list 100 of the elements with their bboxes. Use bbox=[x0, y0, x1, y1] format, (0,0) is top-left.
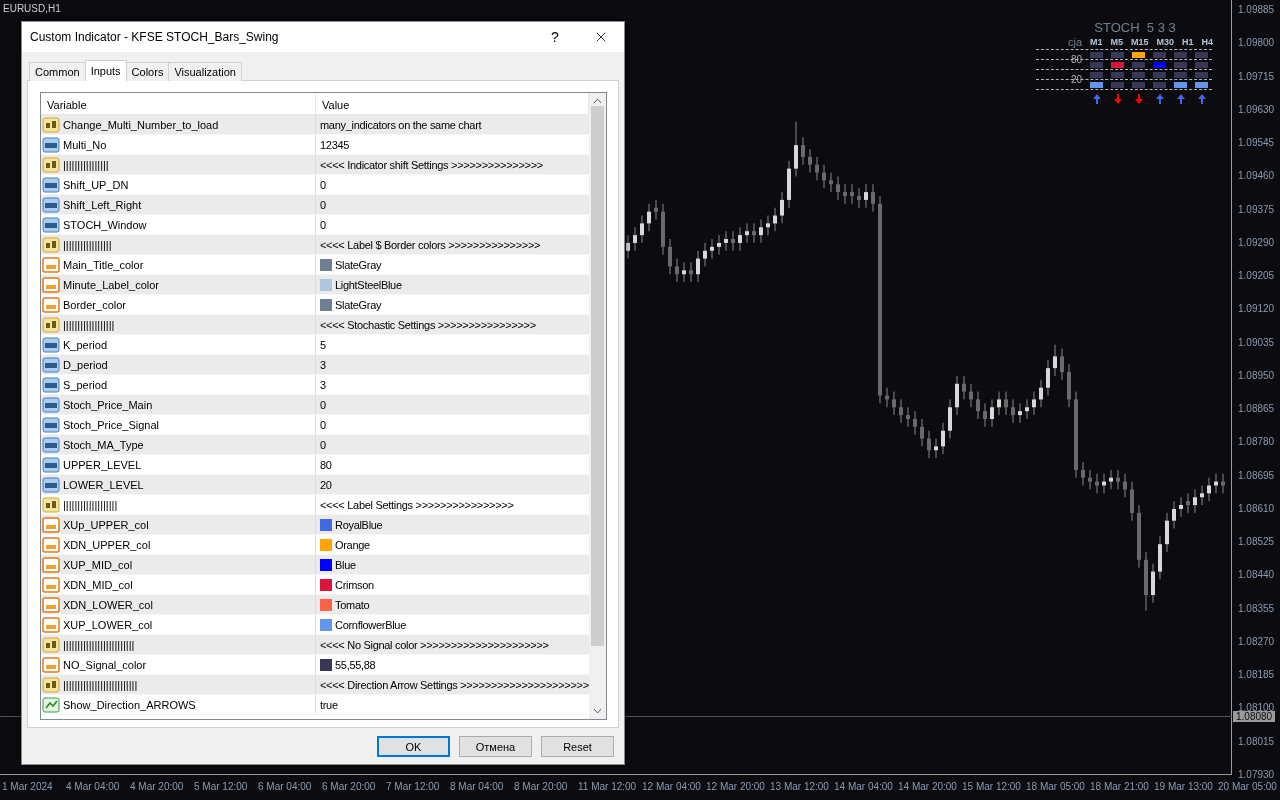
table-row[interactable]: Shift_Left_Right 0 bbox=[41, 195, 589, 215]
table-row[interactable]: |||||||||||||||| <<<< Indicator shift Settings >>>>>>>>>>>>>>> bbox=[41, 155, 589, 175]
table-row[interactable]: Main_Title_color SlateGray bbox=[41, 255, 589, 275]
table-row[interactable]: LOWER_LEVEL 20 bbox=[41, 475, 589, 495]
table-row[interactable]: ||||||||||||||||||| <<<< Label Settings >>>>>>>>>>>>>>>> bbox=[41, 495, 589, 515]
table-row[interactable]: Border_color SlateGray bbox=[41, 295, 589, 315]
table-row[interactable]: NO_Signal_color 55,55,88 bbox=[41, 655, 589, 675]
price-label: 1.08610 bbox=[1238, 502, 1275, 515]
variable-value: 0 bbox=[320, 418, 326, 431]
table-row[interactable]: UPPER_LEVEL 80 bbox=[41, 455, 589, 475]
table-row[interactable]: ||||||||||||||||||||||||| <<<< No Signal color >>>>>>>>>>>>>>>>>>>>> bbox=[41, 635, 589, 655]
tab[interactable]: Visualization bbox=[168, 62, 242, 81]
candlestick bbox=[633, 226, 637, 252]
table-row[interactable]: STOCH_Window 0 bbox=[41, 215, 589, 235]
candlestick bbox=[752, 222, 756, 244]
dialog-button[interactable]: Reset bbox=[541, 736, 614, 757]
table-row[interactable]: XDN_LOWER_col Tomato bbox=[41, 595, 589, 615]
table-row[interactable]: Change_Multi_Number_to_load many_indicators on the same chart bbox=[41, 115, 589, 135]
table-row[interactable]: XUP_LOWER_col CornflowerBlue bbox=[41, 615, 589, 635]
color-type-icon bbox=[42, 596, 60, 613]
price-label: 1.08440 bbox=[1238, 569, 1275, 582]
table-row[interactable]: Minute_Label_color LightSteelBlue bbox=[41, 275, 589, 295]
dialog-button[interactable]: OK bbox=[377, 736, 450, 757]
table-row[interactable]: XUp_UPPER_col RoyalBlue bbox=[41, 515, 589, 535]
candlestick bbox=[892, 391, 896, 416]
color-type-icon bbox=[42, 276, 60, 293]
candlestick bbox=[759, 218, 763, 244]
variable-value: <<<< Indicator shift Settings >>>>>>>>>>>>>>> bbox=[320, 158, 543, 171]
table-row[interactable]: Show_Direction_ARROWS true bbox=[41, 695, 589, 715]
price-label: 1.09800 bbox=[1238, 37, 1275, 50]
variable-name: Multi_No bbox=[63, 138, 107, 151]
time-label: 6 Mar 20:00 bbox=[322, 781, 377, 794]
candlestick bbox=[682, 262, 686, 283]
table-row[interactable]: |||||||||||||||||| <<<< Stochastic Settings >>>>>>>>>>>>>>>> bbox=[41, 315, 589, 335]
variable-name: Stoch_MA_Type bbox=[63, 438, 144, 451]
level-label: 80 bbox=[1070, 54, 1082, 65]
table-row[interactable]: XUP_MID_col Blue bbox=[41, 555, 589, 575]
table-row[interactable]: Stoch_MA_Type 0 bbox=[41, 435, 589, 455]
candlestick bbox=[738, 226, 742, 252]
variable-name: K_period bbox=[63, 338, 108, 351]
price-label: 1.08185 bbox=[1238, 669, 1275, 682]
variable-name: XUP_LOWER_col bbox=[63, 618, 153, 631]
variable-value: <<<< Direction Arrow Settings >>>>>>>>>>>>>>>>>>>>> bbox=[320, 678, 589, 691]
variable-name: Minute_Label_color bbox=[63, 278, 159, 291]
time-label: 20 Mar 05:00 bbox=[1218, 781, 1278, 794]
table-row[interactable]: D_period 3 bbox=[41, 355, 589, 375]
scroll-down-icon[interactable] bbox=[593, 708, 602, 714]
candlestick bbox=[675, 258, 679, 283]
table-row[interactable]: S_period 3 bbox=[41, 375, 589, 395]
variable-value: LightSteelBlue bbox=[335, 278, 402, 291]
tab[interactable]: Colors bbox=[125, 62, 170, 81]
dialog-button[interactable]: Отмена bbox=[459, 736, 532, 757]
table-row[interactable]: XDN_MID_col Crimson bbox=[41, 575, 589, 595]
string-type-icon bbox=[42, 676, 60, 693]
candlestick bbox=[1172, 500, 1176, 530]
color-type-icon bbox=[42, 516, 60, 533]
candlestick bbox=[857, 187, 861, 209]
number-type-icon bbox=[42, 376, 60, 393]
candlestick bbox=[1130, 481, 1134, 522]
variable-name: |||||||||||||||||| bbox=[63, 318, 115, 331]
candlestick bbox=[801, 136, 805, 166]
candlestick bbox=[920, 418, 924, 447]
candlestick bbox=[745, 222, 749, 244]
help-button[interactable]: ? bbox=[532, 22, 578, 52]
candlestick bbox=[990, 398, 994, 428]
variable-name: Stoch_Price_Main bbox=[63, 398, 153, 411]
time-label: 6 Mar 04:00 bbox=[258, 781, 313, 794]
table-row[interactable]: Stoch_Price_Signal 0 bbox=[41, 415, 589, 435]
color-type-icon bbox=[42, 536, 60, 553]
timeframe-label: M1 bbox=[1090, 37, 1103, 47]
price-label: 1.08270 bbox=[1238, 636, 1275, 648]
table-row[interactable]: Shift_UP_DN 0 bbox=[41, 175, 589, 195]
candlestick bbox=[1060, 348, 1064, 381]
tab[interactable]: Common bbox=[29, 62, 86, 81]
candlestick bbox=[780, 191, 784, 224]
string-type-icon bbox=[42, 156, 60, 173]
table-row[interactable]: |||||||||||||||||||||||||| <<<< Direction Arrow Settings >>>>>>>>>>>>>>>>>>>>> bbox=[41, 675, 589, 695]
table-row[interactable]: XDN_UPPER_col Orange bbox=[41, 535, 589, 555]
candlestick bbox=[1109, 469, 1113, 490]
number-type-icon bbox=[42, 396, 60, 413]
table-row[interactable]: ||||||||||||||||| <<<< Label $ Border colors >>>>>>>>>>>>>>> bbox=[41, 235, 589, 255]
candlestick bbox=[1151, 563, 1155, 604]
number-type-icon bbox=[42, 436, 60, 453]
scroll-up-icon[interactable] bbox=[593, 98, 602, 104]
variable-name: ||||||||||||||||||| bbox=[63, 498, 118, 511]
price-label: 1.09205 bbox=[1238, 270, 1275, 283]
scroll-thumb[interactable] bbox=[591, 106, 604, 646]
table-row[interactable]: Multi_No 12345 bbox=[41, 135, 589, 155]
price-label: 1.09375 bbox=[1238, 203, 1275, 216]
string-type-icon bbox=[42, 236, 60, 253]
price-label: 1.07930 bbox=[1238, 769, 1275, 781]
table-row[interactable]: K_period 5 bbox=[41, 335, 589, 355]
tab[interactable]: Inputs bbox=[84, 60, 127, 81]
variable-name: XDN_UPPER_col bbox=[63, 538, 151, 551]
candlestick bbox=[927, 430, 931, 459]
variable-name: STOCH_Window bbox=[63, 218, 147, 231]
scrollbar[interactable] bbox=[589, 93, 606, 719]
candlestick bbox=[962, 375, 966, 400]
table-row[interactable]: Stoch_Price_Main 0 bbox=[41, 395, 589, 415]
candlestick bbox=[731, 230, 735, 252]
